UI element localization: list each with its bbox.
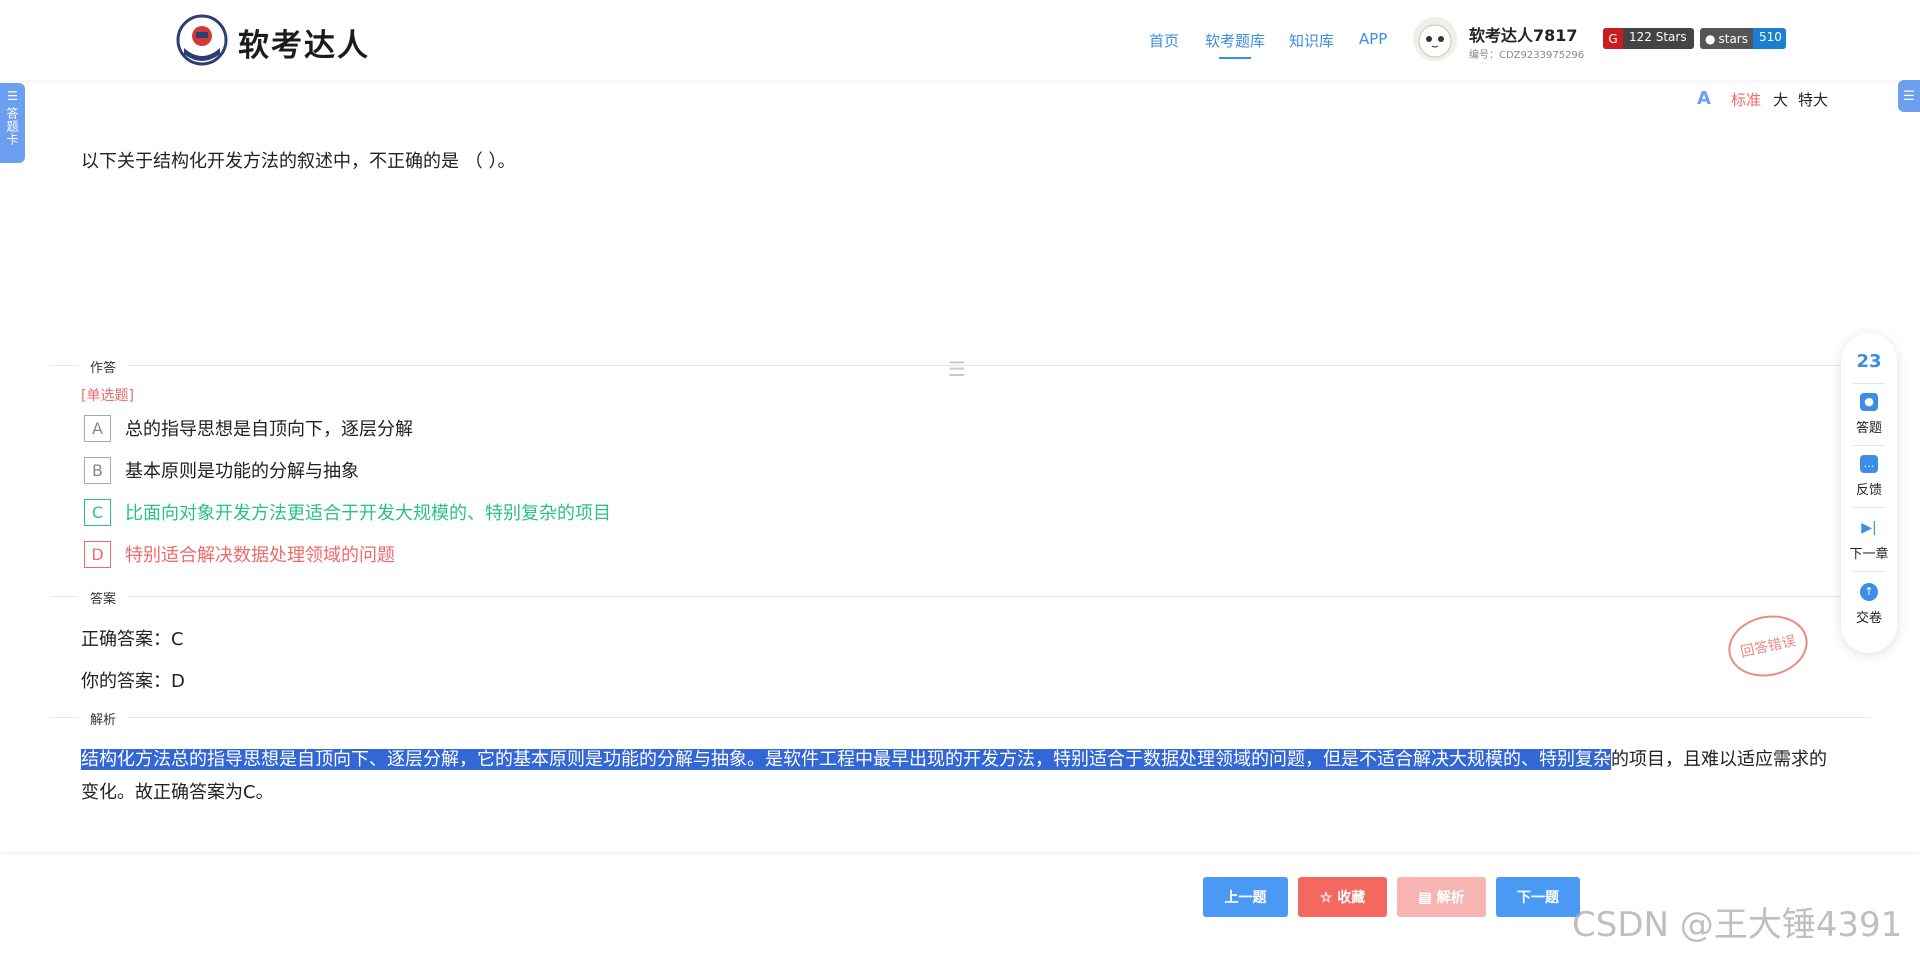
- next-question-button[interactable]: 下一题: [1496, 877, 1580, 917]
- selected-text: 结构化方法总的指导思想是自顶向下、逐层分解，它的基本原则是功能的分解与抽象。是软…: [81, 749, 1611, 770]
- gitee-icon: G: [1603, 28, 1623, 49]
- divider: [50, 596, 1870, 597]
- question-type: [单选题]: [81, 388, 134, 404]
- divider: [1853, 507, 1885, 508]
- upload-icon: ↑: [1860, 583, 1878, 601]
- github-icon: ●: [1705, 31, 1716, 46]
- right-menu-tab[interactable]: ☰: [1898, 80, 1920, 112]
- document-icon: ▤: [1418, 888, 1432, 905]
- user-name[interactable]: 软考达人7817: [1469, 22, 1578, 46]
- nav-home[interactable]: 首页: [1149, 30, 1179, 51]
- skip-next-icon: ▶|: [1861, 520, 1877, 536]
- answer-button[interactable]: ● 答题: [1841, 393, 1897, 436]
- favorite-button[interactable]: ☆ 收藏: [1298, 877, 1387, 917]
- question-number: 23: [1856, 351, 1882, 372]
- answer-card-tab[interactable]: ☰ 答题卡: [0, 83, 25, 163]
- feedback-button[interactable]: … 反馈: [1841, 455, 1897, 498]
- star-icon: ☆: [1319, 888, 1333, 905]
- divider: [1853, 383, 1885, 384]
- prev-question-button[interactable]: 上一题: [1203, 877, 1288, 917]
- question-text: 以下关于结构化开发方法的叙述中，不正确的是 （ ）。: [81, 151, 516, 172]
- brand-logo[interactable]: [176, 14, 228, 66]
- wrong-answer-stamp: 回答错误: [1722, 608, 1814, 684]
- menu-icon: ☰: [1903, 88, 1915, 104]
- top-header: 软考达人 首页 软考题库 知识库 APP 软考达人7817 编号：CDZ9233…: [0, 0, 1920, 80]
- brand-name: 软考达人: [238, 28, 370, 64]
- your-answer: 你的答案：D: [81, 671, 185, 692]
- analysis-button[interactable]: ▤ 解析: [1397, 877, 1486, 917]
- gitee-stars-badge[interactable]: G 122 Stars: [1603, 28, 1694, 49]
- nav-app[interactable]: APP: [1359, 30, 1387, 48]
- drag-handle-icon[interactable]: ☰: [948, 357, 966, 381]
- divider: [1853, 571, 1885, 572]
- floating-toolbar: 23 ● 答题 … 反馈 ▶| 下一章 ↑ 交卷: [1841, 333, 1897, 653]
- option-a[interactable]: A 总的指导思想是自顶向下，逐层分解: [84, 414, 413, 442]
- submit-button[interactable]: ↑ 交卷: [1841, 583, 1897, 626]
- font-large[interactable]: 大: [1773, 89, 1788, 110]
- section-result-label: 答案: [78, 588, 129, 607]
- section-analysis-label: 解析: [78, 709, 129, 728]
- next-chapter-button[interactable]: ▶| 下一章: [1841, 519, 1897, 562]
- watermark: CSDN @王大锤4391: [1572, 905, 1903, 945]
- section-answer-label: 作答: [78, 357, 129, 376]
- option-b[interactable]: B 基本原则是功能的分解与抽象: [84, 456, 359, 484]
- menu-icon: ☰: [7, 89, 18, 103]
- font-size-icon: A: [1697, 88, 1711, 109]
- nav-question-bank[interactable]: 软考题库: [1205, 30, 1265, 59]
- analysis-text: 结构化方法总的指导思想是自顶向下、逐层分解，它的基本原则是功能的分解与抽象。是软…: [81, 749, 1827, 803]
- font-standard[interactable]: 标准: [1731, 89, 1761, 110]
- correct-answer: 正确答案：C: [81, 629, 184, 650]
- github-stars-badge[interactable]: ● stars 510: [1700, 28, 1786, 49]
- nav-knowledge[interactable]: 知识库: [1289, 30, 1334, 51]
- font-xlarge[interactable]: 特大: [1798, 89, 1828, 110]
- option-d[interactable]: D 特别适合解决数据处理领域的问题: [84, 540, 395, 568]
- answer-icon: ●: [1860, 393, 1878, 411]
- user-id: 编号：CDZ9233975296: [1469, 50, 1585, 61]
- divider: [1853, 445, 1885, 446]
- divider: [50, 717, 1870, 718]
- feedback-icon: …: [1860, 455, 1878, 473]
- option-c[interactable]: C 比面向对象开发方法更适合于开发大规模的、特别复杂的项目: [84, 498, 611, 526]
- avatar[interactable]: [1413, 17, 1457, 61]
